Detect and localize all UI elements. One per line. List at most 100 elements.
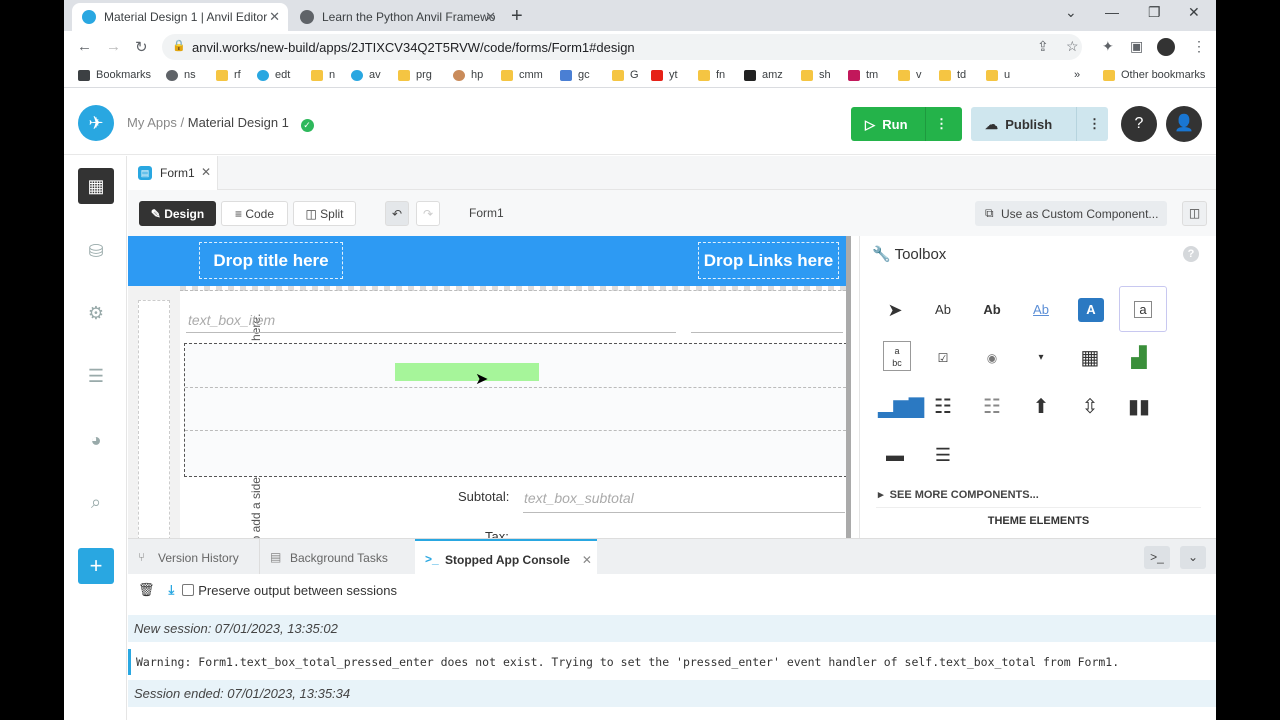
preserve-output-checkbox[interactable] <box>182 584 195 596</box>
bookmark-item[interactable]: Bookmarks <box>78 69 151 81</box>
browser-tab-learn-anvil[interactable]: Learn the Python Anvil Framewo ✕ <box>290 3 504 31</box>
bookmark-item[interactable]: yt <box>651 69 678 81</box>
other-bookmarks[interactable]: Other bookmarks <box>1103 69 1205 81</box>
text-box-item[interactable]: text_box_item <box>188 312 275 328</box>
new-console-icon[interactable]: >_ <box>1144 546 1170 569</box>
database-icon[interactable]: ⛁ <box>78 233 114 269</box>
plot-tool-icon[interactable]: ▂▆▇ <box>878 390 924 424</box>
browser-tab-anvil-editor[interactable]: Material Design 1 | Anvil Editor ✕ <box>72 3 288 31</box>
bookmark-item[interactable]: v <box>898 69 922 81</box>
bookmark-item[interactable]: td <box>939 69 966 81</box>
code-mode-button[interactable]: ≡ Code <box>221 201 288 226</box>
help-icon[interactable]: ? <box>1121 106 1157 142</box>
bookmark-item[interactable]: tm <box>848 69 878 81</box>
theme-elements-heading[interactable]: THEME ELEMENTS <box>860 515 1216 527</box>
upload-tool-icon[interactable]: ⬆ <box>1024 390 1058 424</box>
calendar-tool-icon[interactable]: ▦ <box>1073 341 1107 375</box>
settings-gear-icon[interactable]: ⚙ <box>78 295 114 331</box>
bookmark-item[interactable]: rf <box>216 69 241 81</box>
design-canvas[interactable]: Drop title here Drop Links here To add a… <box>128 236 851 538</box>
tab-background-tasks[interactable]: ▤ Background Tasks <box>259 539 415 575</box>
tab-search-icon[interactable]: ⌄ <box>1065 4 1077 21</box>
canvas-scrollbar[interactable] <box>846 236 851 538</box>
redo-button[interactable]: ↷ <box>416 201 440 226</box>
toggle-panel-icon[interactable]: ◫ <box>1182 201 1207 226</box>
profile-avatar[interactable] <box>1157 38 1175 56</box>
bookmark-item[interactable]: fn <box>698 69 725 81</box>
reload-icon[interactable]: ↻ <box>135 38 148 56</box>
repeating-panel-tool-icon[interactable]: ☷ <box>975 390 1009 424</box>
close-tab-icon[interactable]: ✕ <box>485 9 496 25</box>
text-box-subtotal[interactable]: text_box_subtotal <box>524 490 634 506</box>
checkbox-tool-icon[interactable]: ☑ <box>926 341 960 375</box>
column-panel-dropzone[interactable]: ➤ <box>184 343 847 477</box>
my-apps-link[interactable]: My Apps <box>127 115 177 130</box>
bookmark-item[interactable]: sh <box>801 69 831 81</box>
publish-menu-icon[interactable]: ⋮ <box>1088 116 1101 132</box>
toolbox-help-icon[interactable]: ? <box>1183 246 1199 262</box>
undo-button[interactable]: ↶ <box>385 201 409 226</box>
tab-stopped-app-console[interactable]: >_ Stopped App Console ✕ <box>415 539 597 575</box>
back-icon[interactable]: ← <box>77 38 92 55</box>
sidebar-dropzone[interactable]: To add a sidebar, drop a ColumnPanel her… <box>128 286 263 538</box>
label-tool[interactable]: Ab <box>926 293 960 327</box>
url-field[interactable]: 🔒 anvil.works/new-build/apps/2JTIXCV34Q2… <box>162 34 1082 60</box>
bookmark-item[interactable]: G <box>612 69 639 81</box>
dropdown-tool-icon[interactable]: ▾ <box>1024 341 1058 375</box>
bookmark-item[interactable]: n <box>311 69 335 81</box>
app-browser-icon[interactable]: ▦ <box>78 168 114 204</box>
bookmarks-overflow[interactable]: » <box>1074 69 1080 81</box>
palette-icon[interactable]: ◕ <box>78 422 114 458</box>
scroll-down-icon[interactable]: ⤓ <box>169 582 175 598</box>
bookmark-item[interactable]: av <box>351 69 381 81</box>
bookmark-star-icon[interactable]: ☆ <box>1066 38 1079 55</box>
extensions-icon[interactable]: ✦ <box>1102 38 1114 55</box>
close-console-tab-icon[interactable]: ✕ <box>582 553 592 567</box>
share-icon[interactable]: ⇪ <box>1037 38 1049 55</box>
bookmark-item[interactable]: hp <box>453 69 483 81</box>
see-more-components-link[interactable]: ▸ SEE MORE COMPONENTS... <box>878 488 1039 501</box>
columns-tool-icon[interactable]: ▮▮ <box>1122 390 1156 424</box>
button-tool[interactable]: A <box>1078 298 1104 322</box>
tab-version-history[interactable]: ⑂ Version History <box>128 539 259 575</box>
textarea-tool-icon[interactable]: a bc <box>883 341 911 371</box>
bookmark-item[interactable]: amz <box>744 69 783 81</box>
chrome-menu-icon[interactable]: ⋮ <box>1192 38 1206 55</box>
add-icon[interactable]: + <box>78 548 114 584</box>
bookmark-item[interactable]: ns <box>166 69 196 81</box>
grid-tool-icon[interactable]: ☷ <box>926 390 960 424</box>
bookmark-item[interactable]: u <box>986 69 1010 81</box>
trash-icon[interactable]: 🗑 <box>138 582 155 598</box>
bold-label-tool[interactable]: Ab <box>975 293 1009 327</box>
bookmark-item[interactable]: cmm <box>501 69 543 81</box>
list-icon[interactable]: ☰ <box>78 358 114 394</box>
close-window-icon[interactable]: ✕ <box>1188 4 1200 21</box>
run-button[interactable]: ▷ Run ⋮ <box>851 107 962 141</box>
run-menu-icon[interactable]: ⋮ <box>935 116 948 132</box>
split-mode-button[interactable]: ◫ Split <box>293 201 356 226</box>
search-icon[interactable]: ⌕ <box>78 484 114 520</box>
app-name[interactable]: Material Design 1 <box>188 115 289 130</box>
drop-title-zone[interactable]: Drop title here <box>199 242 343 279</box>
publish-button[interactable]: ☁ Publish ⋮ <box>971 107 1108 141</box>
restore-icon[interactable]: ❐ <box>1148 4 1161 21</box>
flow-panel-tool-icon[interactable]: ▬ <box>878 438 912 472</box>
close-form-tab-icon[interactable]: ✕ <box>201 165 211 179</box>
bookmark-item[interactable]: edt <box>257 69 290 81</box>
side-panel-icon[interactable]: ▣ <box>1130 38 1143 55</box>
new-tab-button[interactable]: + <box>511 5 523 28</box>
bookmark-item[interactable]: prg <box>398 69 432 81</box>
bookmark-item[interactable]: gc <box>560 69 590 81</box>
drop-links-zone[interactable]: Drop Links here <box>698 242 839 279</box>
minimize-icon[interactable]: — <box>1105 4 1119 20</box>
list-panel-tool-icon[interactable]: ☰ <box>926 438 960 472</box>
use-as-custom-component-button[interactable]: ⧉ Use as Custom Component... <box>975 201 1167 226</box>
tab-form1[interactable]: ▤ Form1 ✕ <box>128 156 218 190</box>
link-tool[interactable]: Ab <box>1024 293 1058 327</box>
design-mode-button[interactable]: ✎ Design <box>139 201 216 226</box>
forward-icon[interactable]: → <box>106 38 121 55</box>
close-tab-icon[interactable]: ✕ <box>269 9 280 25</box>
anvil-logo-icon[interactable]: ✈ <box>78 105 114 141</box>
radio-tool-icon[interactable]: ◉ <box>975 341 1009 375</box>
pointer-tool-icon[interactable]: ➤ <box>878 293 912 327</box>
